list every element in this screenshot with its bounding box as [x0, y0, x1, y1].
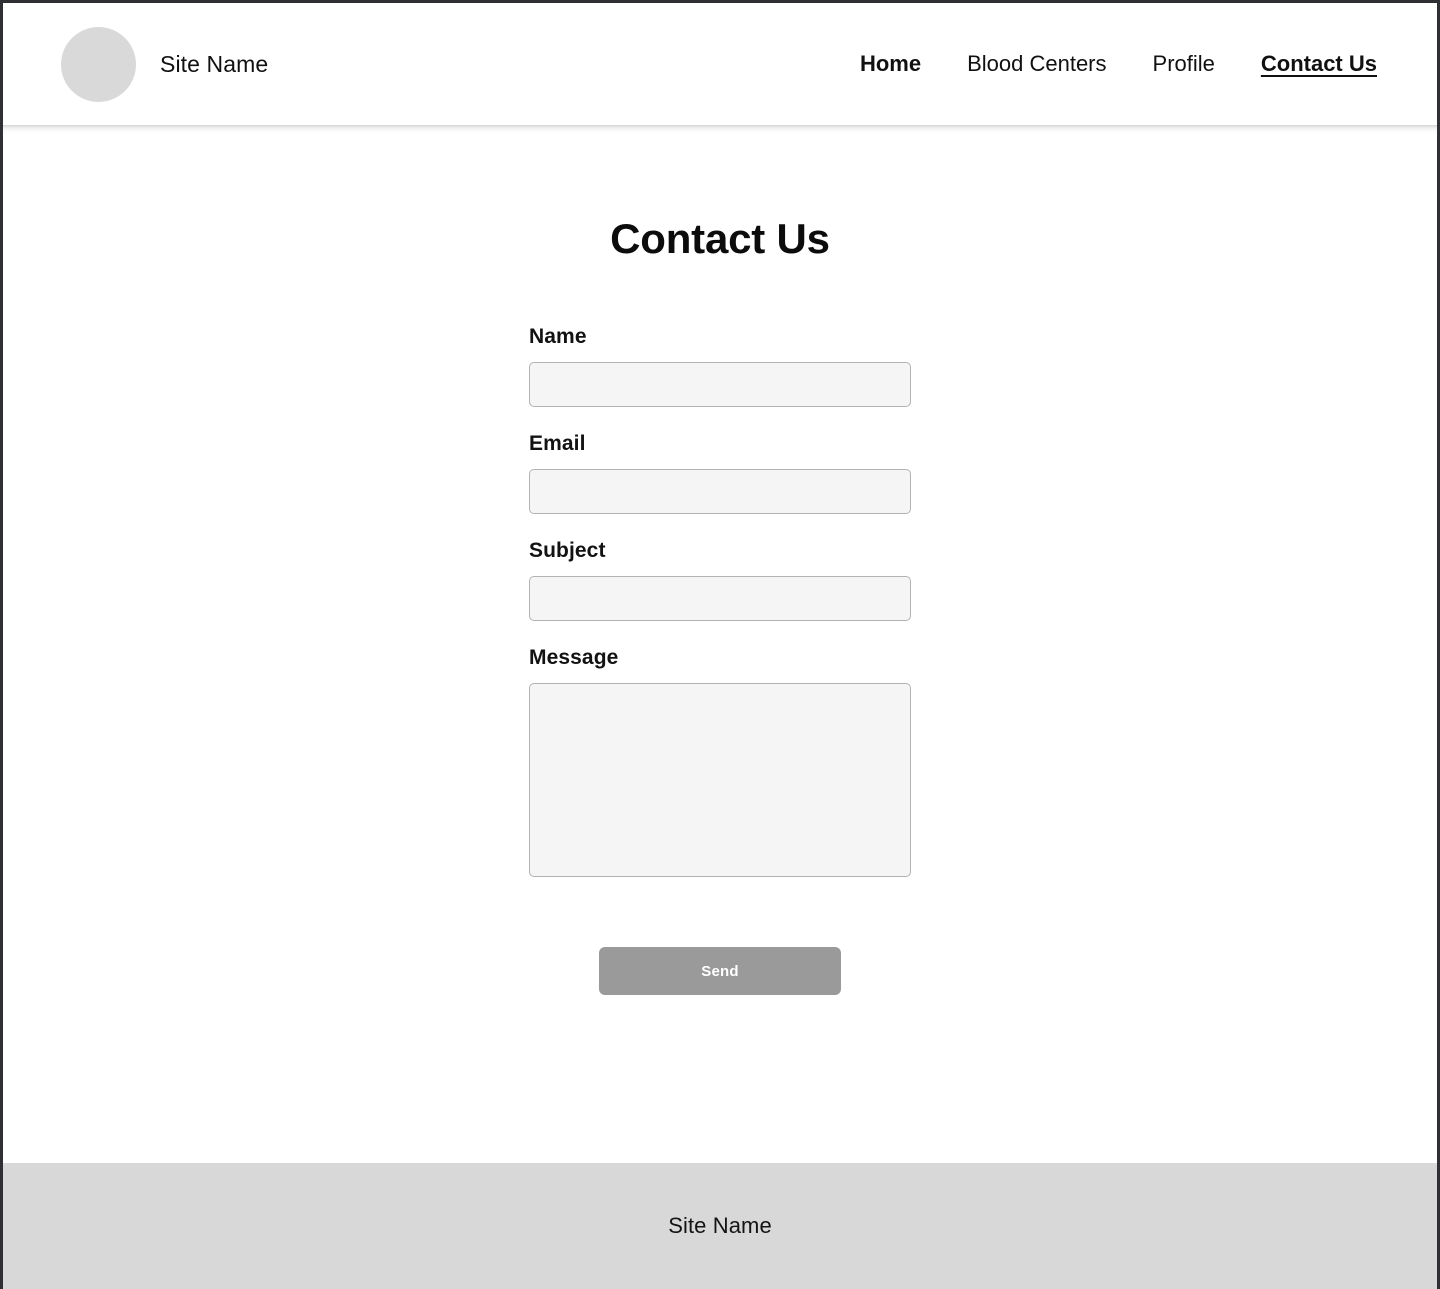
contact-form: Name Email Subject Message Send [529, 263, 911, 995]
send-button[interactable]: Send [599, 947, 841, 995]
field-group-message: Message [529, 646, 911, 877]
primary-navigation: Home Blood Centers Profile Contact Us [860, 51, 1379, 77]
nav-link-contact-us[interactable]: Contact Us [1261, 51, 1377, 77]
brand-logo-link[interactable]: Site Name [61, 26, 269, 102]
nav-link-blood-centers[interactable]: Blood Centers [967, 51, 1106, 77]
site-header: Site Name Home Blood Centers Profile Con… [3, 3, 1437, 125]
nav-link-home[interactable]: Home [860, 51, 921, 77]
label-name: Name [529, 325, 587, 348]
input-email[interactable] [529, 469, 911, 514]
label-email: Email [529, 432, 586, 455]
avatar-placeholder-icon [61, 26, 136, 102]
page-title: Contact Us [610, 215, 830, 262]
submit-row: Send [529, 877, 911, 995]
main-content: Contact Us Name Email Subject Message Se… [3, 125, 1437, 1163]
input-message[interactable] [529, 683, 911, 877]
input-subject[interactable] [529, 576, 911, 621]
field-group-name: Name [529, 325, 911, 407]
field-group-subject: Subject [529, 539, 911, 621]
label-message: Message [529, 646, 619, 669]
brand-name-label: Site Name [160, 50, 269, 77]
input-name[interactable] [529, 362, 911, 407]
footer-site-name: Site Name [668, 1213, 772, 1238]
field-group-email: Email [529, 432, 911, 514]
site-footer: Site Name [3, 1163, 1437, 1289]
label-subject: Subject [529, 539, 606, 562]
nav-link-profile[interactable]: Profile [1153, 51, 1215, 77]
browser-viewport: Site Name Home Blood Centers Profile Con… [0, 0, 1440, 1289]
